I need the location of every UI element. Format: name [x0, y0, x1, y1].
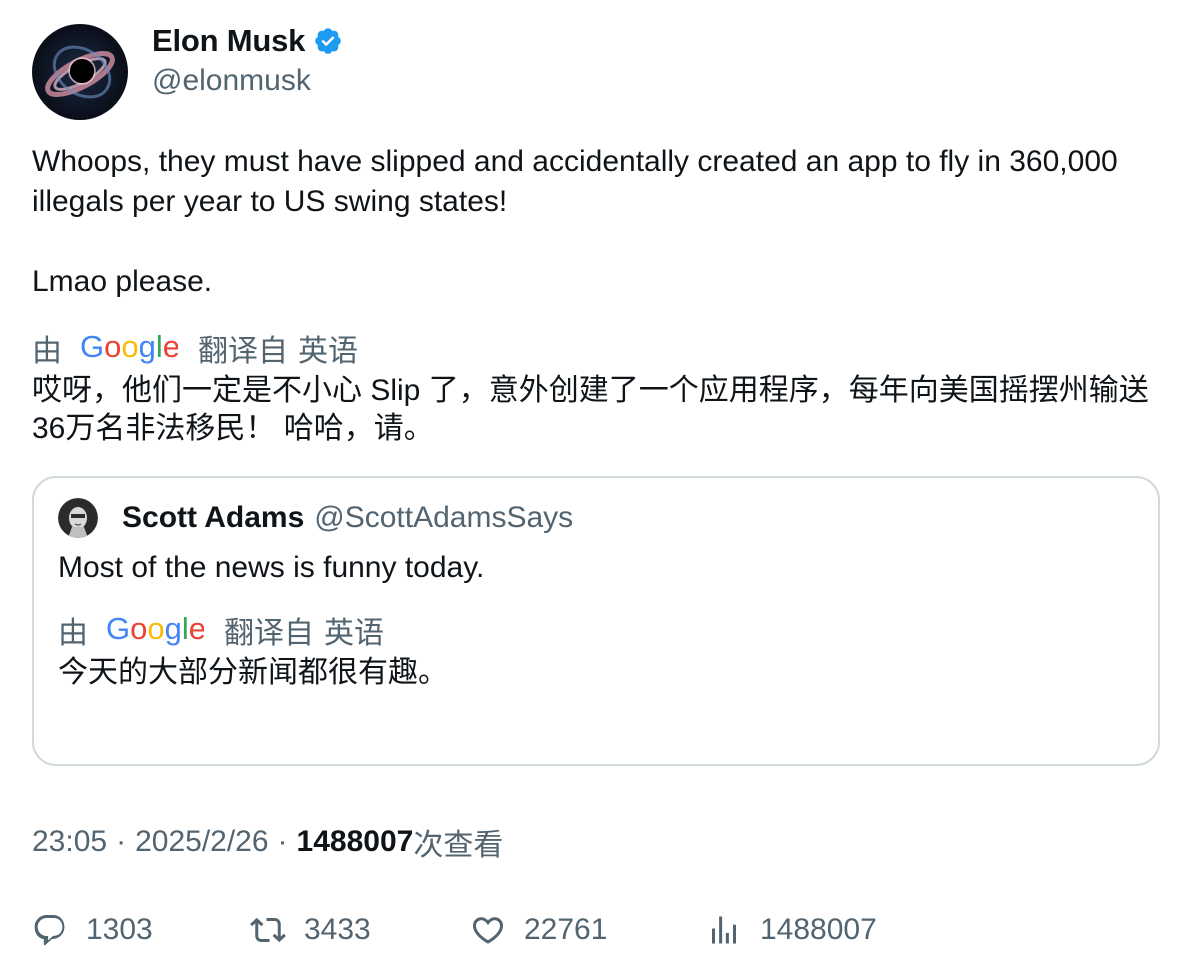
quoted-tweet-text: Most of the news is funny today. [58, 551, 485, 584]
meta-separator: · [277, 825, 288, 858]
translated-from-label: 翻译自 [198, 335, 288, 368]
translated-text: 哎呀，他们一定是不小心 Slip 了，意外创建了一个应用程序，每年向美国摇摆州输… [32, 374, 1149, 445]
google-logo-icon: Google [80, 329, 180, 366]
quoted-tweet-header: Scott Adams @ScottAdamsSays [58, 498, 1134, 538]
quoted-author-handle: @ScottAdamsSays [314, 501, 574, 534]
views-button[interactable]: 1488007 [706, 908, 877, 952]
quoted-translated-by-label: 由 [58, 617, 88, 650]
tweet: Elon Musk @elonmusk Whoops, they must ha… [32, 23, 1164, 766]
action-bar: 1303 3433 22761 1488007 [32, 908, 1164, 952]
translated-by-label: 由 [32, 335, 62, 368]
view-count: 1488007 [296, 825, 414, 858]
retweet-button[interactable]: 3433 [250, 908, 371, 952]
verified-badge-icon [313, 26, 343, 56]
black-hole-avatar-icon [32, 24, 128, 120]
translation-label: 由 Google 翻译自 英语 [32, 328, 1164, 368]
bar-chart-icon [712, 916, 736, 944]
quoted-translated-from-label: 翻译自 [224, 617, 314, 650]
like-count: 22761 [524, 913, 608, 946]
reply-count: 1303 [86, 913, 153, 946]
tweet-time[interactable]: 23:05 [32, 825, 107, 859]
author-name[interactable]: Elon Musk [152, 23, 305, 59]
meta-separator: · [116, 825, 127, 858]
quoted-author-avatar [58, 498, 98, 538]
reply-button[interactable]: 1303 [32, 908, 153, 952]
tweet-meta: 23:05 · 2025/2/26 · 1488007 次查看 [32, 822, 503, 862]
quoted-source-language: 英语 [324, 617, 384, 650]
tweet-date[interactable]: 2025/2/26 [135, 825, 268, 859]
heart-icon [472, 917, 504, 944]
reply-icon [34, 915, 65, 946]
author-handle[interactable]: @elonmusk [152, 64, 343, 98]
quoted-translation-label: 由 Google 翻译自 英语 [58, 610, 1134, 650]
views-label: 次查看 [413, 829, 504, 862]
google-logo-icon: Google [106, 611, 206, 648]
views-count: 1488007 [760, 913, 877, 946]
cartoon-face-avatar-icon [58, 498, 98, 538]
quoted-author-name: Scott Adams [122, 501, 305, 534]
like-button[interactable]: 22761 [470, 908, 607, 952]
source-language: 英语 [298, 335, 358, 368]
tweet-header: Elon Musk @elonmusk [32, 23, 1164, 120]
quoted-translated-text: 今天的大部分新闻都很有趣。 [58, 656, 448, 689]
svg-text:Google: Google [80, 330, 178, 364]
retweet-count: 3433 [304, 913, 371, 946]
author-avatar[interactable] [32, 24, 128, 120]
svg-text:Google: Google [106, 612, 204, 646]
quoted-tweet[interactable]: Scott Adams @ScottAdamsSays Most of the … [32, 476, 1160, 766]
retweet-icon [250, 917, 286, 943]
tweet-text: Whoops, they must have slipped and accid… [32, 145, 1118, 298]
